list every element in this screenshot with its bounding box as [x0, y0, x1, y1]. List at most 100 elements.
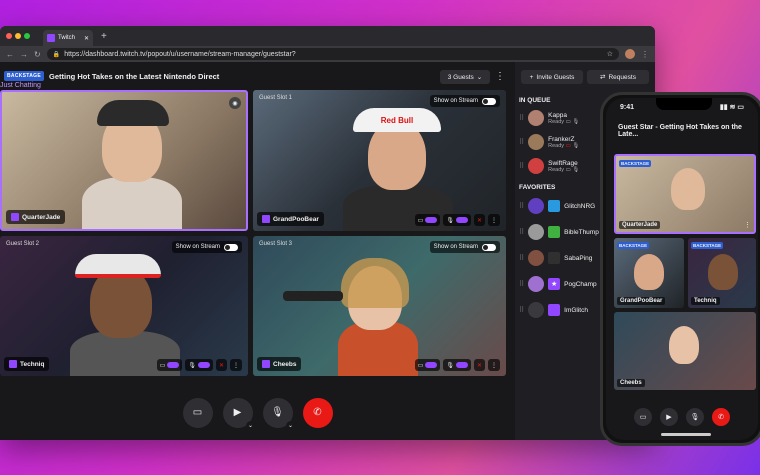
remove-guest-button[interactable]: ✕	[215, 359, 227, 371]
camera-control[interactable]: ▭	[156, 359, 183, 371]
camera-toggle[interactable]	[425, 217, 438, 223]
profile-avatar[interactable]	[625, 49, 635, 59]
toggle-switch[interactable]	[482, 97, 496, 105]
mic-icon[interactable]: 🎙	[686, 408, 704, 426]
drag-handle-icon[interactable]: ⠿	[519, 202, 524, 210]
drag-handle-icon[interactable]: ⠿	[519, 306, 524, 314]
favorite-item[interactable]: ⠿ ★ PogChamp	[519, 276, 597, 292]
avatar	[528, 302, 545, 318]
camera-icon: ▭	[565, 166, 571, 173]
twitch-glitch-icon	[262, 360, 270, 368]
chevron-down-icon: ⌄	[476, 74, 483, 81]
queue-item[interactable]: ⠿ FrankerZ Ready ▭ 🎙	[519, 134, 579, 150]
url-input[interactable]: 🔒 https://dashboard.twitch.tv/popout/u/u…	[46, 48, 619, 60]
show-on-stream-label: Show on Stream	[175, 244, 220, 250]
drag-handle-icon[interactable]: ⠿	[519, 162, 524, 170]
end-call-icon[interactable]: ✆	[712, 408, 730, 426]
camera-off-icon: ▭	[565, 142, 571, 149]
guest-hair	[341, 258, 409, 308]
browser-tab[interactable]: Twitch ✕	[43, 30, 93, 46]
bookmark-star-icon[interactable]: ☆	[607, 50, 613, 58]
close-icon: ✕	[476, 362, 482, 369]
favorite-name: PogChamp	[564, 280, 597, 288]
show-on-stream-toggle[interactable]: Show on Stream	[429, 95, 500, 107]
more-options-icon[interactable]: ⋮	[495, 71, 505, 82]
invite-guests-label: Invite Guests	[536, 73, 575, 81]
end-call-button[interactable]: ✆	[302, 397, 333, 428]
drag-handle-icon[interactable]: ⠿	[519, 114, 524, 122]
camera-icon[interactable]: ▶	[660, 408, 678, 426]
camera-toggle[interactable]	[425, 362, 438, 368]
close-window-dot[interactable]	[6, 33, 12, 39]
camera-toggle[interactable]	[167, 362, 180, 368]
mic-toggle[interactable]	[455, 362, 468, 368]
mic-control[interactable]: 🎙	[185, 359, 213, 371]
guest-cap	[75, 254, 161, 278]
microphone-button[interactable]: 🎙 ⌄	[262, 397, 296, 431]
phone-host-tile[interactable]: BACKSTAGE QuarterJade ⋮	[614, 154, 756, 234]
camera-button[interactable]: ▶ ⌄	[222, 397, 256, 431]
reload-icon[interactable]: ↻	[34, 50, 41, 59]
requests-label: Requests	[608, 73, 636, 81]
participant-name: Cheebs	[617, 379, 645, 387]
drag-handle-icon[interactable]: ⠿	[519, 228, 524, 236]
new-tab-icon[interactable]: +	[101, 31, 107, 42]
remove-guest-button[interactable]: ✕	[473, 359, 485, 371]
minimize-window-dot[interactable]	[15, 33, 21, 39]
guests-dropdown[interactable]: 3 Guests ⌄	[440, 70, 490, 84]
guest-slot-3-tile[interactable]: Guest Slot 3 Show on Stream Cheebs ▭ 🎙 ✕…	[253, 236, 506, 376]
tab-title: Twitch	[58, 35, 76, 41]
chevron-down-icon[interactable]: ⌄	[245, 420, 256, 431]
guest-more-button[interactable]: ⋮	[230, 359, 242, 371]
call-controls-bar: ▭ ▶ ⌄ 🎙 ⌄ ✆	[0, 385, 515, 440]
more-options-icon: ⋮	[233, 362, 239, 369]
chevron-down-icon[interactable]: ⌄	[285, 420, 296, 431]
phone-guest-tile[interactable]: Cheebs	[614, 312, 756, 390]
toggle-switch[interactable]	[482, 243, 496, 251]
phone-hangup-icon: ✆	[313, 407, 322, 418]
requests-button[interactable]: ⇄ Requests	[587, 70, 649, 84]
invite-guests-button[interactable]: + Invite Guests	[521, 70, 583, 84]
show-on-stream-toggle[interactable]: Show on Stream	[171, 241, 242, 253]
url-text: https://dashboard.twitch.tv/popout/u/use…	[64, 50, 296, 58]
favorite-item[interactable]: ⠿ BibleThump	[519, 224, 599, 240]
mic-toggle[interactable]	[197, 362, 210, 368]
mic-toggle[interactable]	[455, 217, 468, 223]
phone-guest-tile[interactable]: BACKSTAGE GrandPooBear	[614, 238, 684, 308]
mic-control[interactable]: 🎙	[443, 359, 471, 371]
queue-item[interactable]: ⠿ Kappa Ready ▭ 🎙	[519, 110, 579, 126]
drag-handle-icon[interactable]: ⠿	[519, 254, 524, 262]
maximize-window-dot[interactable]	[24, 33, 30, 39]
toggle-switch[interactable]	[224, 243, 238, 251]
screen-share-icon[interactable]: ▭	[634, 408, 652, 426]
guest-slot-1-tile[interactable]: Red Bull Guest Slot 1 Show on Stream Gra…	[253, 90, 506, 231]
favorite-item[interactable]: ⠿ SabaPing	[519, 250, 592, 266]
favorite-item[interactable]: ⠿ GlitchNRG	[519, 198, 595, 214]
drag-handle-icon[interactable]: ⠿	[519, 280, 524, 288]
participant-name: Techniq	[691, 297, 720, 305]
camera-control[interactable]: ▭	[414, 214, 441, 226]
browser-menu-icon[interactable]: ⋮	[641, 50, 649, 59]
guest-more-button[interactable]: ⋮	[488, 359, 500, 371]
show-on-stream-label: Show on Stream	[433, 244, 478, 250]
stream-category[interactable]: Just Chatting	[0, 82, 41, 89]
close-tab-icon[interactable]: ✕	[84, 35, 89, 42]
favorite-item[interactable]: ⠿ ImGlitch	[519, 302, 588, 318]
guest-more-button[interactable]: ⋮	[488, 214, 500, 226]
more-options-icon[interactable]: ⋮	[744, 221, 751, 229]
platform-icon	[548, 200, 561, 212]
screen-share-button[interactable]: ▭	[182, 397, 213, 428]
forward-icon[interactable]: →	[20, 50, 28, 59]
drag-handle-icon[interactable]: ⠿	[519, 138, 524, 146]
mic-control[interactable]: 🎙	[443, 214, 471, 226]
show-on-stream-toggle[interactable]: Show on Stream	[429, 241, 500, 253]
camera-control[interactable]: ▭	[414, 359, 441, 371]
avatar	[528, 224, 545, 240]
guest-slot-2-tile[interactable]: Guest Slot 2 Show on Stream Techniq ▭ 🎙 …	[0, 236, 248, 376]
host-video-tile[interactable]: ◉ QuarterJade	[0, 90, 248, 231]
phone-screen: 9:41 ▮▮ ≋ ▭ Guest Star - Getting Hot Tak…	[606, 98, 758, 440]
back-icon[interactable]: ←	[6, 50, 14, 59]
queue-item[interactable]: ⠿ SwiftRage Ready ▭ 🎙	[519, 158, 579, 174]
remove-guest-button[interactable]: ✕	[473, 214, 485, 226]
phone-guest-tile[interactable]: BACKSTAGE Techniq	[688, 238, 756, 308]
